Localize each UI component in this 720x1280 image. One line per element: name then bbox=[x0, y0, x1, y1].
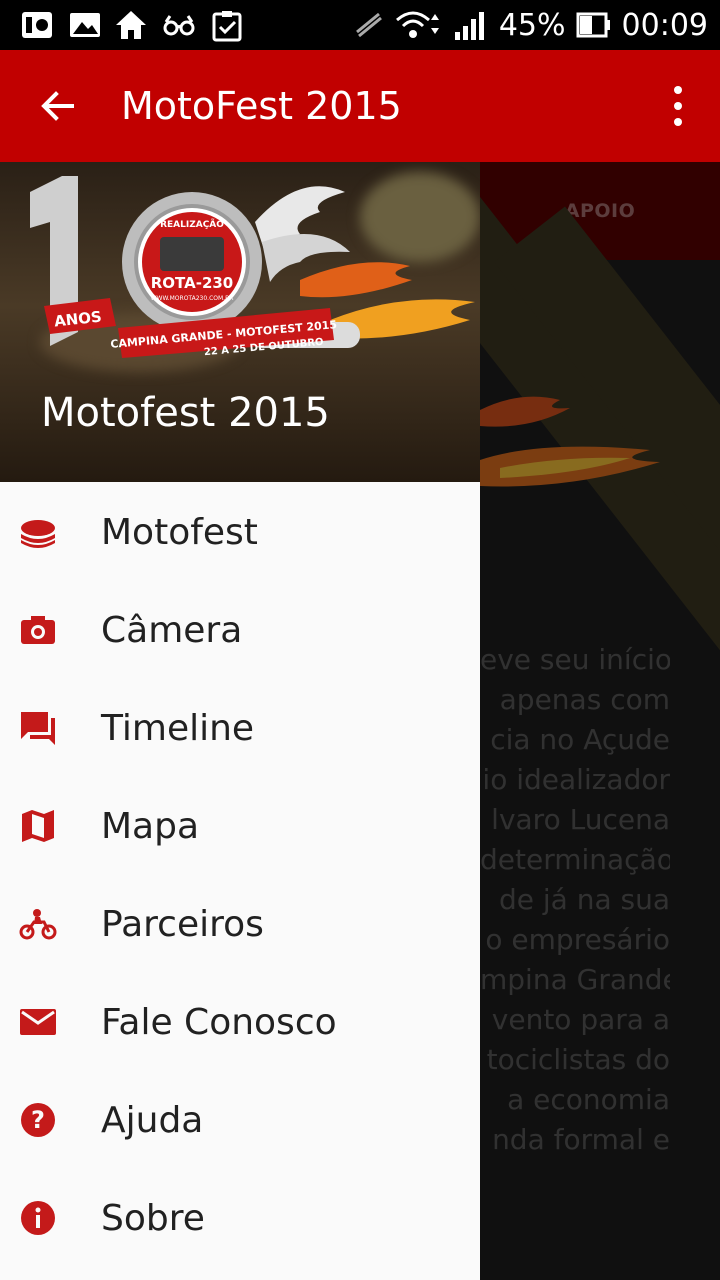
menu-item-ajuda[interactable]: ? Ajuda bbox=[0, 1071, 480, 1169]
logo-badge-name: ROTA-230 bbox=[151, 274, 234, 292]
logo-badge-url: WWW.MOROTA230.COM.BR bbox=[151, 295, 234, 302]
menu-item-label: Câmera bbox=[101, 609, 243, 651]
svg-text:?: ? bbox=[31, 1106, 45, 1134]
battery-icon bbox=[576, 12, 610, 38]
menu-item-camera[interactable]: Câmera bbox=[0, 581, 480, 679]
media-icon bbox=[22, 12, 52, 38]
menu-item-timeline[interactable]: Timeline bbox=[0, 679, 480, 777]
email-icon bbox=[20, 1009, 56, 1035]
menu-item-label: Parceiros bbox=[101, 903, 264, 945]
camera-icon bbox=[21, 616, 55, 644]
map-icon bbox=[22, 810, 54, 842]
more-vert-icon bbox=[674, 86, 682, 94]
menu-item-sobre[interactable]: Sobre bbox=[0, 1169, 480, 1267]
overflow-menu-button[interactable] bbox=[666, 80, 690, 132]
layers-icon bbox=[21, 520, 55, 548]
clipboard-check-icon bbox=[212, 11, 242, 42]
menu-item-label: Ajuda bbox=[101, 1099, 204, 1141]
help-icon: ? bbox=[21, 1103, 55, 1137]
menu-item-label: Mapa bbox=[101, 805, 200, 847]
arrow-back-icon bbox=[41, 91, 74, 121]
menu-item-parceiros[interactable]: Parceiros bbox=[0, 875, 480, 973]
drawer-header: REALIZAÇÃO ROTA-230 WWW.MOROTA230.COM.BR… bbox=[0, 162, 480, 482]
back-button[interactable] bbox=[30, 78, 86, 134]
wifi-icon bbox=[395, 11, 439, 38]
app-bar: MotoFest 2015 bbox=[0, 50, 720, 162]
glasses-icon bbox=[163, 15, 195, 36]
drawer-header-title: Motofest 2015 bbox=[41, 390, 330, 436]
menu-item-label: Motofest bbox=[101, 511, 258, 553]
menu-item-fale-conosco[interactable]: Fale Conosco bbox=[0, 973, 480, 1071]
menu-item-mapa[interactable]: Mapa bbox=[0, 777, 480, 875]
menu-item-label: Sobre bbox=[101, 1197, 205, 1239]
motorcycle-icon bbox=[19, 909, 57, 940]
menu-item-motofest[interactable]: Motofest bbox=[0, 483, 480, 581]
motofest-logo: REALIZAÇÃO ROTA-230 WWW.MOROTA230.COM.BR… bbox=[30, 176, 475, 358]
logo-badge-top: REALIZAÇÃO bbox=[160, 219, 224, 230]
menu-item-label: Fale Conosco bbox=[101, 1001, 337, 1043]
navigation-drawer: REALIZAÇÃO ROTA-230 WWW.MOROTA230.COM.BR… bbox=[0, 162, 480, 1280]
app-title: MotoFest 2015 bbox=[121, 84, 402, 128]
menu-item-label: Timeline bbox=[101, 707, 255, 749]
signal-icon bbox=[454, 12, 484, 40]
status-bar: 45% 00:09 bbox=[0, 0, 720, 50]
chat-icon bbox=[21, 712, 55, 745]
battery-percent: 45% bbox=[498, 7, 566, 43]
mute-icon bbox=[355, 12, 382, 38]
image-icon bbox=[70, 13, 100, 37]
home-icon bbox=[116, 11, 146, 39]
clock: 00:09 bbox=[621, 7, 708, 43]
info-icon bbox=[21, 1201, 55, 1235]
